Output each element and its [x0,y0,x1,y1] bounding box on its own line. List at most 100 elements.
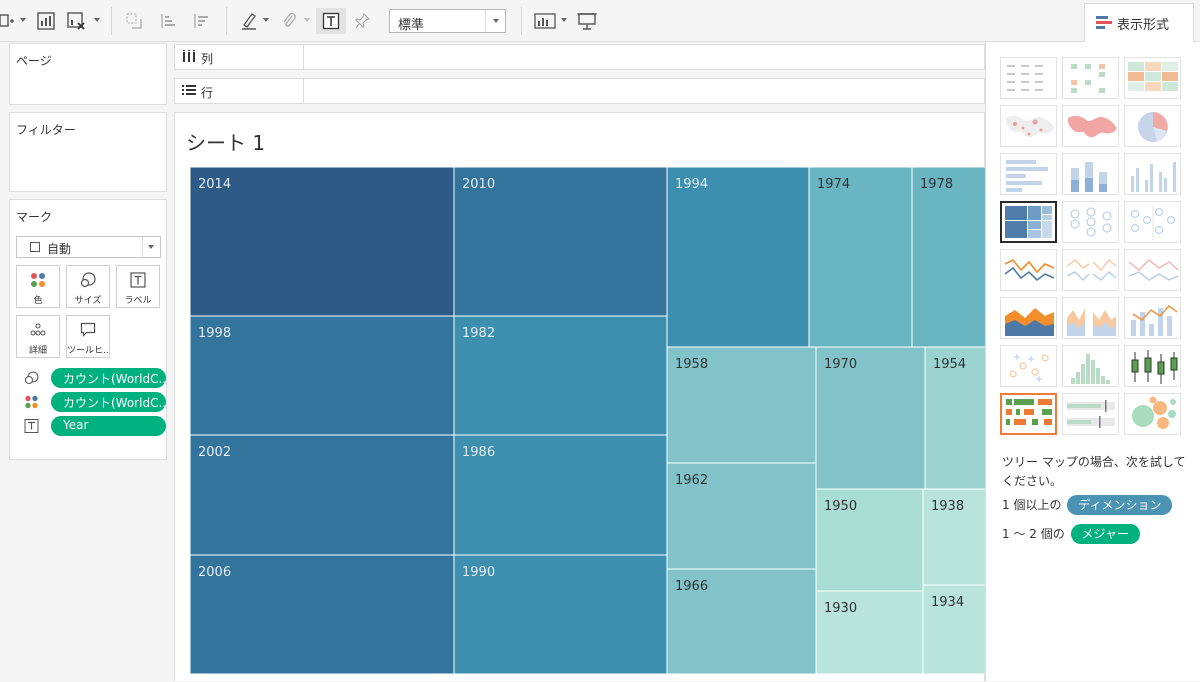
show-me-tab[interactable]: 表示形式 [1084,3,1194,43]
new-datasource-icon[interactable] [0,9,14,33]
fit-dropdown[interactable]: 標準 [389,9,506,33]
chevron-down-icon[interactable] [94,18,100,22]
scatter-plot-thumbnail[interactable] [1000,345,1057,387]
treemap-cell[interactable]: 1938 [922,488,986,586]
treemap-cell[interactable]: 2010 [453,166,668,317]
treemap-cell[interactable]: 1934 [922,584,986,675]
new-worksheet-icon[interactable] [35,9,57,33]
chevron-down-icon[interactable] [304,18,310,22]
pie-chart-thumbnail[interactable] [1124,105,1181,147]
treemap-cell-label: 2002 [198,445,231,460]
show-labels-icon[interactable] [316,8,346,34]
treemap-cell-rect[interactable] [808,166,913,348]
size-icon [67,272,109,288]
treemap-cell-rect[interactable] [666,166,810,348]
columns-shelf-header: 列 [175,45,304,69]
treemap-cell[interactable]: 1990 [453,554,668,675]
filters-card[interactable]: フィルター [9,112,167,192]
treemap-cell[interactable]: 1974 [808,166,913,348]
divider [521,7,522,35]
mark-type-dropdown[interactable]: 自動 [16,236,161,258]
sort-ascending-icon[interactable] [157,9,179,33]
treemap-cell-label: 1966 [675,579,708,594]
treemap-cell[interactable]: 1954 [924,346,986,490]
color-button[interactable]: 色 [16,265,60,308]
treemap-cell[interactable]: 2014 [189,166,455,317]
rows-shelf[interactable]: 行 [174,78,985,104]
treemap-cell[interactable]: 1998 [189,315,455,436]
box-plot-thumbnail[interactable] [1124,345,1181,387]
packed-bubbles-thumbnail[interactable] [1124,393,1181,435]
show-cards-icon[interactable] [533,9,557,33]
continuous-area-thumbnail[interactable] [1000,297,1057,339]
filled-map-thumbnail[interactable] [1062,105,1119,147]
bullet-graph-thumbnail[interactable] [1062,393,1119,435]
stacked-bar-thumbnail[interactable] [1062,153,1119,195]
measure-pill[interactable]: カウント(WorldC.. [51,392,166,412]
dimension-pill[interactable]: Year [51,416,166,436]
treemap-cell[interactable]: 1966 [666,568,817,675]
text-table-thumbnail[interactable] [1000,57,1057,99]
chevron-down-icon[interactable] [561,18,567,22]
detail-icon [17,322,59,338]
dual-line-thumbnail[interactable] [1124,249,1181,291]
symbol-map-thumbnail[interactable] [1000,105,1057,147]
treemap-cell[interactable]: 2002 [189,434,455,556]
treemap-cell[interactable]: 1986 [453,434,668,556]
fit-dropdown-value: 標準 [398,18,425,33]
columns-label: 列 [201,52,214,66]
pages-card[interactable]: ページ [9,43,167,105]
discrete-line-thumbnail[interactable] [1062,249,1119,291]
symbol-map-table-thumbnail[interactable] [1062,57,1119,99]
side-by-side-circle-thumbnail[interactable] [1124,201,1181,243]
measure-pill[interactable]: カウント(WorldC.. [51,368,166,388]
chevron-down-icon[interactable] [263,18,269,22]
treemap-cell[interactable]: 1982 [453,315,668,436]
label-button-label: ラベル [124,296,152,306]
tooltip-button[interactable]: ツールヒ... [66,315,110,358]
treemap-thumbnail[interactable] [1000,201,1057,243]
treemap-cell[interactable]: 1958 [666,346,817,464]
detail-button[interactable]: 詳細 [16,315,60,358]
paperclip-icon[interactable] [278,9,300,33]
dimension-requirement-text: 1 個以上の [1002,498,1062,512]
color-icon [17,272,59,288]
treemap-cell-rect[interactable] [911,166,986,348]
horizontal-bar-thumbnail[interactable] [1000,153,1057,195]
square-mark-icon [30,242,40,252]
label-button[interactable]: ラベル [116,265,160,308]
histogram-thumbnail[interactable] [1062,345,1119,387]
filters-title: フィルター [16,123,76,137]
swap-icon[interactable] [123,9,145,33]
presentation-mode-icon[interactable] [575,9,599,33]
treemap-cell[interactable]: 1970 [815,346,926,490]
treemap-cell[interactable]: 1978 [911,166,986,348]
columns-icon [182,50,196,65]
circle-view-thumbnail[interactable] [1062,201,1119,243]
columns-shelf[interactable]: 列 [174,44,985,70]
dual-combination-thumbnail[interactable] [1124,297,1181,339]
measure-requirement-text: 1 〜 2 個の [1002,527,1065,541]
pin-icon[interactable] [352,9,374,33]
highlight-icon[interactable] [238,9,260,33]
treemap-cell[interactable]: 1950 [815,488,924,592]
sort-descending-icon[interactable] [190,9,212,33]
side-by-side-bar-thumbnail[interactable] [1124,153,1181,195]
treemap-cell-label: 1962 [675,473,708,488]
treemap-cell[interactable]: 2006 [189,554,455,675]
treemap-cell[interactable]: 1994 [666,166,810,348]
treemap-cell[interactable]: 1962 [666,462,817,570]
treemap-cell-label: 1994 [675,177,708,192]
chevron-down-icon[interactable] [20,18,26,22]
discrete-area-thumbnail[interactable] [1062,297,1119,339]
worksheet-view: シート 1 2014 2010 1998 1982 2002 1986 2006 1990 19… [174,112,986,681]
highlight-table-thumbnail[interactable] [1124,57,1181,99]
size-icon [24,371,40,385]
gantt-chart-thumbnail[interactable] [1000,393,1057,435]
treemap-cell[interactable]: 1930 [815,590,924,675]
tooltip-button-label: ツールヒ... [67,346,109,356]
continuous-line-thumbnail[interactable] [1000,249,1057,291]
size-button[interactable]: サイズ [66,265,110,308]
clear-sheet-icon[interactable] [65,9,87,33]
tooltip-icon [67,322,109,338]
